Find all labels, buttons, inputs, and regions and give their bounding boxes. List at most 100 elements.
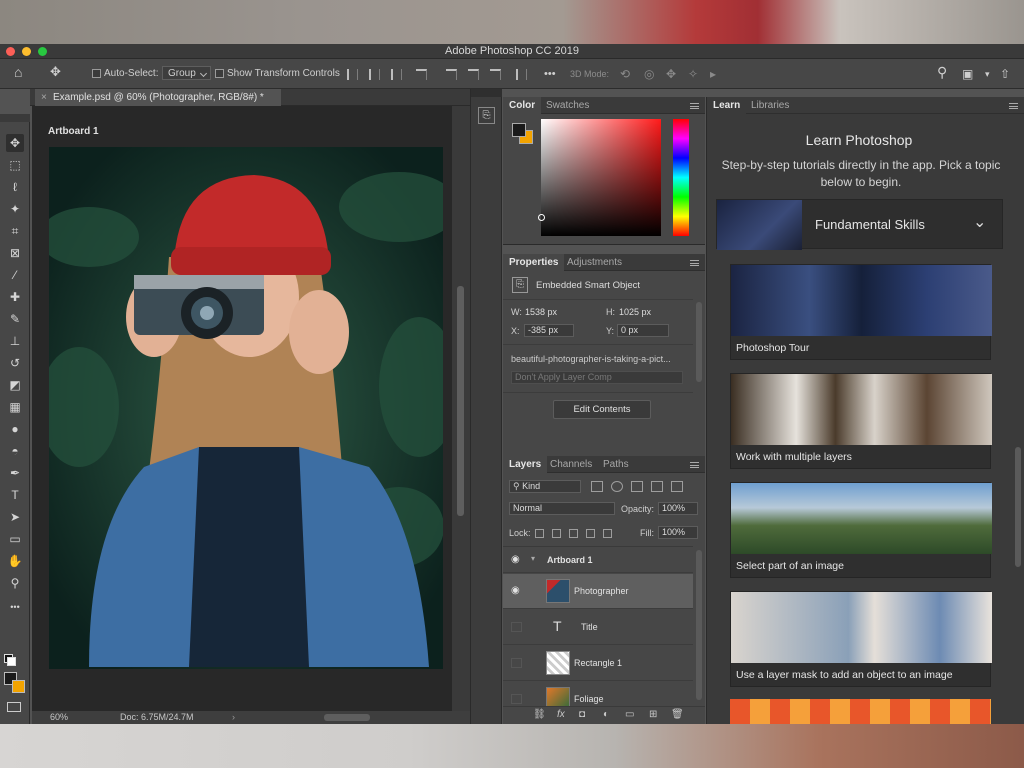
layers-scrollbar[interactable] bbox=[696, 550, 702, 700]
edit-contents-button[interactable]: Edit Contents bbox=[553, 400, 651, 419]
distribute-spacing-icon[interactable] bbox=[516, 69, 527, 80]
close-tab-icon[interactable]: × bbox=[41, 89, 47, 106]
delete-layer-icon[interactable]: 🗑 bbox=[671, 709, 684, 720]
align-bottom-icon[interactable] bbox=[490, 69, 501, 80]
width-value[interactable]: 1538 px bbox=[525, 307, 557, 317]
hand-tool-icon[interactable]: ✋ bbox=[6, 552, 24, 570]
auto-select-option[interactable]: Auto-Select: bbox=[92, 66, 158, 82]
pixel-filter-icon[interactable] bbox=[591, 481, 603, 492]
artboard-label[interactable]: Artboard 1 bbox=[48, 126, 99, 137]
3d-slide-icon[interactable]: ✧ bbox=[688, 66, 698, 82]
layer-visibility-box[interactable] bbox=[511, 622, 522, 632]
tutorial-card-next-partial[interactable] bbox=[730, 699, 991, 724]
brush-tool-icon[interactable]: ✎ bbox=[6, 310, 24, 328]
dock-grip[interactable] bbox=[471, 89, 502, 97]
auto-select-checkbox[interactable] bbox=[92, 68, 101, 78]
tab-paths[interactable]: Paths bbox=[597, 456, 635, 473]
learn-scrollbar[interactable] bbox=[1015, 447, 1021, 567]
align-center-icon[interactable] bbox=[369, 69, 380, 80]
workspace-chevron-icon[interactable]: ▾ bbox=[985, 66, 990, 82]
height-value[interactable]: 1025 px bbox=[619, 307, 651, 317]
tab-libraries[interactable]: Libraries bbox=[745, 97, 795, 114]
background-color-swatch[interactable] bbox=[12, 680, 25, 693]
status-menu-chevron-icon[interactable]: › bbox=[232, 711, 235, 724]
healing-brush-tool-icon[interactable]: ✚ bbox=[6, 288, 24, 306]
add-mask-icon[interactable]: ◘ bbox=[579, 709, 585, 720]
tutorial-card-select-part[interactable]: Select part of an image bbox=[730, 482, 992, 578]
rectangle-tool-icon[interactable]: ▭ bbox=[6, 530, 24, 548]
quick-mask-icon[interactable] bbox=[7, 702, 21, 712]
share-icon[interactable]: ⇧ bbox=[1000, 66, 1010, 82]
eraser-tool-icon[interactable]: ◩ bbox=[6, 376, 24, 394]
distribute-icon[interactable] bbox=[416, 69, 427, 80]
show-transform-checkbox[interactable] bbox=[215, 68, 224, 78]
3d-pan-icon[interactable]: ✥ bbox=[666, 66, 676, 82]
blur-tool-icon[interactable]: ● bbox=[6, 420, 24, 438]
tutorial-card-layer-mask[interactable]: Use a layer mask to add an object to an … bbox=[730, 591, 992, 687]
tab-channels[interactable]: Channels bbox=[544, 456, 598, 473]
adjustment-layer-icon[interactable]: ◐ bbox=[603, 709, 609, 720]
opacity-field[interactable]: 100% bbox=[658, 502, 698, 515]
mini-bg-swatch[interactable] bbox=[7, 657, 16, 666]
hue-slider[interactable] bbox=[673, 119, 689, 236]
home-icon[interactable]: ⌂ bbox=[14, 64, 22, 80]
3d-orbit-icon[interactable]: ⟲ bbox=[620, 66, 630, 82]
blend-mode-dropdown[interactable]: Normal bbox=[509, 502, 615, 515]
eyedropper-tool-icon[interactable]: ⁄ bbox=[6, 266, 24, 284]
layer-filter-dropdown[interactable]: ⚲ Kind bbox=[509, 480, 581, 493]
lock-all-icon[interactable] bbox=[603, 528, 612, 538]
crop-tool-icon[interactable]: ⌗ bbox=[6, 222, 24, 240]
color-picker-field[interactable] bbox=[538, 119, 661, 236]
lock-image-icon[interactable] bbox=[552, 528, 561, 538]
chevron-down-icon[interactable]: ⌄ bbox=[973, 212, 986, 232]
foreground-color-chip[interactable] bbox=[512, 123, 526, 137]
layer-row-artboard[interactable]: ◉ ▾ Artboard 1 bbox=[503, 548, 693, 573]
align-left-icon[interactable] bbox=[347, 69, 358, 80]
3d-scale-icon[interactable]: ▸ bbox=[710, 66, 716, 82]
path-selection-tool-icon[interactable]: ➤ bbox=[6, 508, 24, 526]
layers-panel-menu-icon[interactable] bbox=[690, 462, 699, 468]
color-panel-menu-icon[interactable] bbox=[690, 103, 699, 109]
align-middle-icon[interactable] bbox=[468, 69, 479, 80]
lock-artboard-icon[interactable] bbox=[586, 528, 595, 538]
more-options-icon[interactable]: ••• bbox=[544, 66, 556, 82]
color-picker-marker[interactable] bbox=[538, 214, 545, 221]
y-position-field[interactable]: 0 px bbox=[617, 324, 669, 337]
show-transform-option[interactable]: Show Transform Controls bbox=[215, 66, 340, 82]
frame-tool-icon[interactable]: ⊠ bbox=[6, 244, 24, 262]
layer-row-rectangle[interactable]: Rectangle 1 bbox=[503, 646, 693, 681]
horizontal-scroll-thumb[interactable] bbox=[324, 714, 370, 721]
canvas-vertical-scrollbar[interactable] bbox=[452, 106, 470, 711]
photographer-image[interactable] bbox=[49, 147, 443, 669]
new-layer-icon[interactable]: ⊞ bbox=[649, 709, 657, 720]
tab-learn[interactable]: Learn bbox=[707, 97, 747, 114]
fundamental-skills-header[interactable]: Fundamental Skills ⌄ bbox=[716, 199, 1003, 250]
properties-scrollbar[interactable] bbox=[696, 302, 702, 382]
move-tool-icon[interactable]: ✥ bbox=[6, 134, 24, 152]
tutorial-card-photoshop-tour[interactable]: Photoshop Tour bbox=[730, 264, 992, 360]
lasso-tool-icon[interactable]: ℓ bbox=[6, 178, 24, 196]
adjustment-filter-icon[interactable] bbox=[611, 481, 623, 492]
clone-stamp-tool-icon[interactable]: ⊥ bbox=[6, 332, 24, 350]
lock-position-icon[interactable] bbox=[569, 528, 578, 538]
dodge-tool-icon[interactable]: ◓ bbox=[6, 442, 24, 460]
close-window-button[interactable] bbox=[6, 47, 15, 56]
history-brush-tool-icon[interactable]: ↺ bbox=[6, 354, 24, 372]
link-layers-icon[interactable]: ⛓ bbox=[533, 709, 546, 720]
minimize-window-button[interactable] bbox=[22, 47, 31, 56]
artboard-expand-chevron-icon[interactable]: ▾ bbox=[531, 554, 535, 563]
shape-filter-icon[interactable] bbox=[651, 481, 663, 492]
tutorial-card-multiple-layers[interactable]: Work with multiple layers bbox=[730, 373, 992, 469]
x-position-field[interactable]: -385 px bbox=[524, 324, 574, 337]
type-filter-icon[interactable] bbox=[631, 481, 643, 492]
type-tool-icon[interactable]: T bbox=[6, 486, 24, 504]
new-group-icon[interactable]: ▭ bbox=[625, 709, 634, 720]
gradient-tool-icon[interactable]: ▦ bbox=[6, 398, 24, 416]
search-icon[interactable]: ⚲ bbox=[937, 64, 947, 80]
lock-transparent-icon[interactable] bbox=[535, 528, 544, 538]
layer-visibility-box[interactable] bbox=[511, 658, 522, 668]
fill-field[interactable]: 100% bbox=[658, 526, 698, 539]
tab-color[interactable]: Color bbox=[503, 97, 542, 114]
3d-roll-icon[interactable]: ◎ bbox=[644, 66, 654, 82]
tab-adjustments[interactable]: Adjustments bbox=[561, 254, 628, 271]
